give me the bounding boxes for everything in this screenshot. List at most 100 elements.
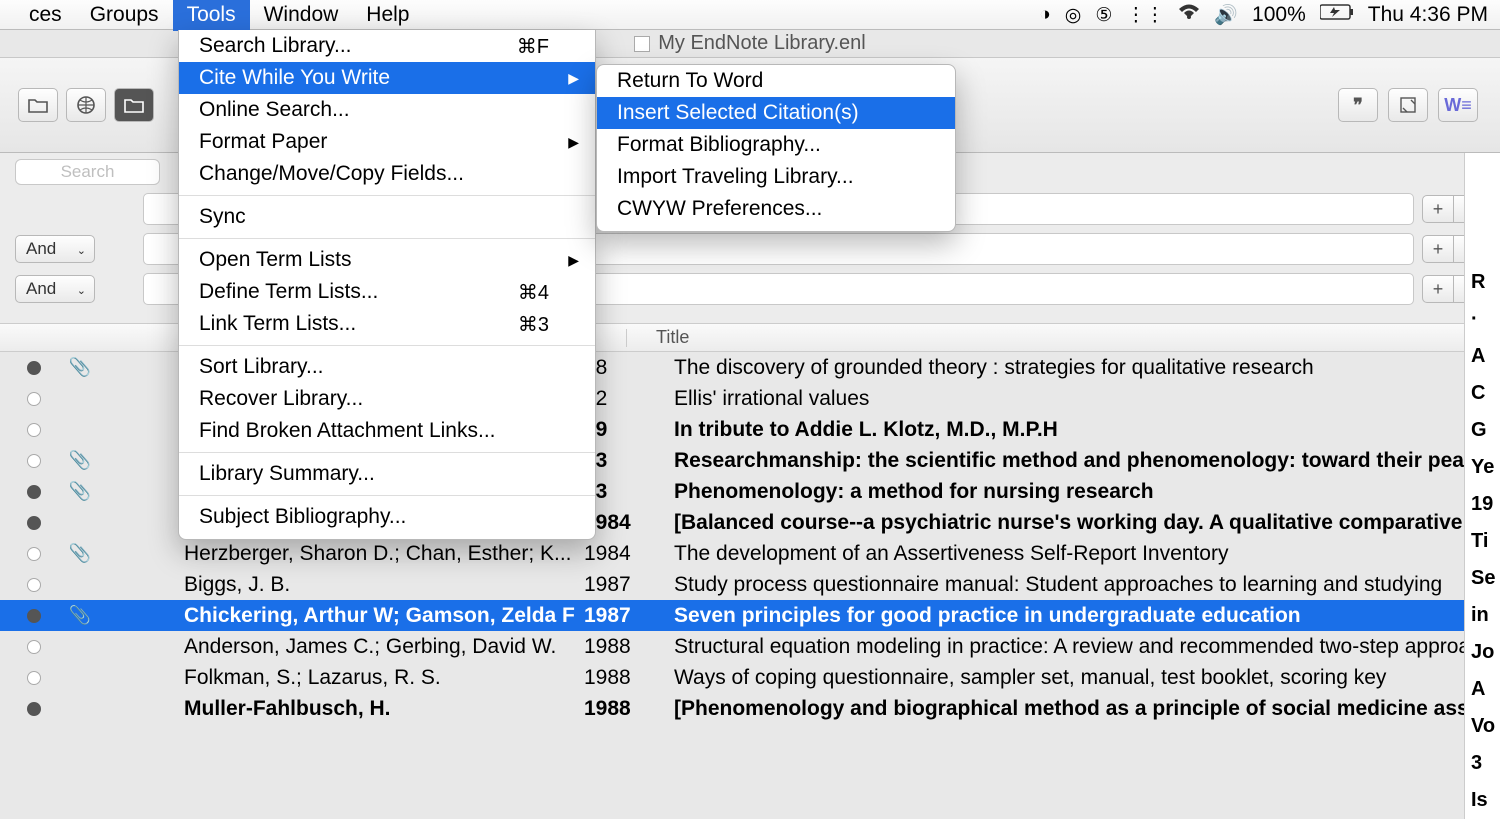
menubar: cesGroupsToolsWindowHelp ◑ ◎ ⑤ ⋮⋮ 🔊 100%… [0,0,1500,30]
cell-title: Seven principles for good practice in un… [674,604,1500,628]
table-row[interactable]: Muller-Fahlbusch, H.1988 [Phenomenology a… [0,693,1500,724]
cell-author: Herzberger, Sharon D.; Chan, Esther; K..… [184,542,584,566]
menu-item[interactable]: Subject Bibliography... [179,501,595,533]
preview-label: · [1471,306,1494,333]
column-title[interactable]: Title [638,327,689,348]
cell-author: Folkman, S.; Lazarus, R. S. [184,666,584,690]
attachment-icon: 📎 [50,605,110,626]
cell-year: 1988 [584,697,644,721]
cell-year: 1988 [584,666,644,690]
preview-label: G [1471,417,1494,444]
cell-title: Researchmanship: the scientific method a… [674,449,1500,473]
table-row[interactable]: 📎Herzberger, Sharon D.; Chan, Esther; K.… [0,538,1500,569]
local-library-button[interactable] [18,88,58,122]
attachment-icon: 📎 [50,450,110,471]
preview-label: C [1471,380,1494,407]
menu-item[interactable]: Open Term Lists▶ [179,244,595,276]
menu-item[interactable]: Recover Library... [179,383,595,415]
menu-item[interactable]: Import Traveling Library... [597,161,955,193]
preview-label: R [1471,269,1494,296]
attachment-icon: 📎 [50,481,110,502]
bool-selector[interactable]: And [15,275,95,303]
table-row[interactable]: Anderson, James C.; Gerbing, David W.198… [0,631,1500,662]
volume-icon[interactable]: 🔊 [1214,3,1238,27]
cell-author: Anderson, James C.; Gerbing, David W. [184,635,584,659]
shield-icon[interactable]: ⑤ [1095,4,1112,27]
menu-item[interactable]: CWYW Preferences... [597,193,955,225]
read-status-icon[interactable] [27,454,41,468]
cell-author: Biggs, J. B. [184,573,584,597]
integrated-mode-button[interactable] [114,88,154,122]
cell-title: Ways of coping questionnaire, sampler se… [674,666,1500,690]
menubar-ces[interactable]: ces [15,0,76,31]
word-button[interactable]: W≡ [1438,88,1478,122]
menu-item[interactable]: Link Term Lists...⌘3 [179,308,595,340]
read-status-icon[interactable] [27,392,41,406]
bluetooth-icon[interactable]: ⋮⋮ [1126,4,1164,27]
menu-item[interactable]: Online Search... [179,94,595,126]
online-search-button[interactable] [66,88,106,122]
search-input[interactable]: Search [15,159,160,185]
menu-item[interactable]: Return To Word [597,65,955,97]
preview-label: A [1471,676,1494,703]
read-status-icon[interactable] [27,702,41,716]
read-status-icon[interactable] [27,423,41,437]
read-status-icon[interactable] [27,640,41,654]
cell-author: Muller-Fahlbusch, H. [184,697,584,721]
menu-item[interactable]: Sync [179,201,595,233]
cell-title: Study process questionnaire manual: Stud… [674,573,1500,597]
menu-item[interactable]: Change/Move/Copy Fields... [179,158,595,190]
add-row-button[interactable]: + [1422,275,1454,303]
menu-item[interactable]: Search Library...⌘F [179,30,595,62]
bool-selector[interactable]: And [15,235,95,263]
preview-label: Se [1471,565,1494,592]
insert-citation-button[interactable]: ❞ [1338,88,1378,122]
add-row-button[interactable]: + [1422,235,1454,263]
table-row[interactable]: Biggs, J. B.1987Study process questionna… [0,569,1500,600]
add-row-button[interactable]: + [1422,195,1454,223]
tools-menu: Search Library...⌘FCite While You Write▶… [178,30,596,540]
battery-icon [1320,4,1354,26]
cloud-icon[interactable]: ◎ [1065,4,1082,27]
menubar-help[interactable]: Help [352,0,423,31]
preview-label: 3 [1471,750,1494,777]
menubar-right: ◑ ◎ ⑤ ⋮⋮ 🔊 100% Thu 4:36 PM [1039,0,1488,30]
menu-item[interactable]: Sort Library... [179,351,595,383]
menubar-window[interactable]: Window [250,0,353,31]
read-status-icon[interactable] [27,671,41,685]
menu-item[interactable]: Insert Selected Citation(s) [597,97,955,129]
cell-year: 1984 [584,542,644,566]
menu-item[interactable]: Format Bibliography... [597,129,955,161]
format-button[interactable] [1388,88,1428,122]
menu-item[interactable]: Define Term Lists...⌘4 [179,276,595,308]
table-row[interactable]: Folkman, S.; Lazarus, R. S.1988 Ways of c… [0,662,1500,693]
menubar-tools[interactable]: Tools [173,0,250,31]
read-status-icon[interactable] [27,578,41,592]
preview-panel: R·ACGYe19TiSeinJoAVo3Is [1464,153,1500,819]
cell-author: Chickering, Arthur W; Gamson, Zelda F [184,604,584,628]
menu-item[interactable]: Library Summary... [179,458,595,490]
location-icon[interactable]: ◑ [1039,4,1050,26]
preview-label: Jo [1471,639,1494,666]
cell-title: Structural equation modeling in practice… [674,635,1500,659]
cell-title: [Phenomenology and biographical method a… [674,697,1500,721]
window-title: My EndNote Library.enl [658,32,866,55]
read-status-icon[interactable] [27,485,41,499]
cell-title: The discovery of grounded theory : strat… [674,356,1500,380]
cell-year: 1988 [584,635,644,659]
menubar-groups[interactable]: Groups [76,0,173,31]
menu-item[interactable]: Format Paper▶ [179,126,595,158]
read-status-icon[interactable] [27,361,41,375]
menu-item[interactable]: Cite While You Write▶ [179,62,595,94]
clock[interactable]: Thu 4:36 PM [1368,3,1488,27]
preview-label: Ti [1471,528,1494,555]
preview-label: Vo [1471,713,1494,740]
preview-label: 19 [1471,491,1494,518]
read-status-icon[interactable] [27,516,41,530]
read-status-icon[interactable] [27,547,41,561]
cell-title: Phenomenology: a method for nursing rese… [674,480,1500,504]
read-status-icon[interactable] [27,609,41,623]
wifi-icon[interactable] [1178,4,1200,26]
table-row[interactable]: 📎Chickering, Arthur W; Gamson, Zelda F19… [0,600,1500,631]
menu-item[interactable]: Find Broken Attachment Links... [179,415,595,447]
